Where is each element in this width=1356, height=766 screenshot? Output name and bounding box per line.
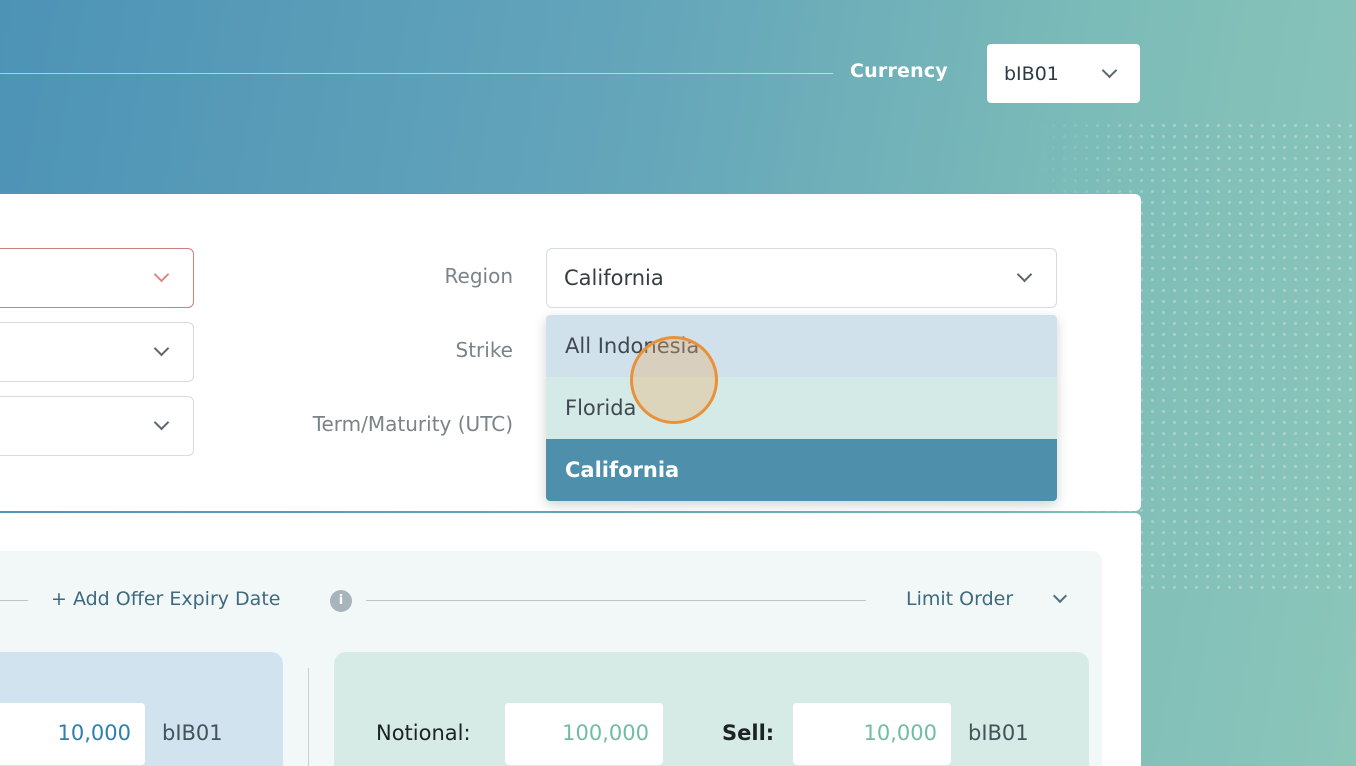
- sell-amount-input[interactable]: 10,000: [793, 703, 951, 765]
- add-offer-expiry-link[interactable]: + Add Offer Expiry Date: [51, 588, 280, 610]
- buy-amount-input[interactable]: 10,000: [0, 703, 145, 765]
- region-label: Region: [444, 264, 513, 288]
- info-icon[interactable]: i: [330, 590, 352, 612]
- chevron-down-icon[interactable]: [1052, 588, 1068, 604]
- region-option-florida[interactable]: Florida: [546, 377, 1057, 439]
- currency-select[interactable]: bIB01: [987, 44, 1140, 103]
- click-indicator: [630, 336, 718, 424]
- region-select-value: California: [564, 266, 664, 290]
- chevron-down-icon: [153, 340, 170, 357]
- order-panel: + Add Offer Expiry Date i Limit Order 10…: [0, 551, 1102, 766]
- chevron-down-icon: [1101, 62, 1118, 79]
- currency-label: Currency: [850, 60, 948, 82]
- region-option-california[interactable]: California: [546, 439, 1057, 501]
- sell-label: Sell:: [722, 721, 775, 745]
- divider: [366, 600, 866, 601]
- option-select[interactable]: [0, 396, 194, 456]
- type-select[interactable]: [0, 322, 194, 382]
- asset-select[interactable]: [0, 248, 194, 308]
- region-option-all-indonesia[interactable]: All Indonesia: [546, 315, 1057, 377]
- buy-panel: 10,000 bIB01: [0, 652, 283, 766]
- order-type-select[interactable]: Limit Order: [906, 588, 1013, 610]
- sell-unit: bIB01: [968, 721, 1029, 745]
- header-divider: [0, 73, 833, 74]
- buy-unit: bIB01: [162, 721, 223, 745]
- chevron-down-icon: [153, 414, 170, 431]
- notional-label: Notional:: [376, 721, 471, 745]
- region-select[interactable]: California: [546, 248, 1057, 308]
- notional-input[interactable]: 100,000: [505, 703, 663, 765]
- panel-divider: [308, 668, 309, 766]
- chevron-down-icon: [153, 266, 170, 283]
- sell-panel: Notional: 100,000 Sell: 10,000 bIB01: [334, 652, 1089, 766]
- strike-label: Strike: [455, 338, 514, 362]
- order-card: + Add Offer Expiry Date i Limit Order 10…: [0, 513, 1141, 766]
- term-maturity-label: Term/Maturity (UTC): [312, 412, 513, 436]
- chevron-down-icon: [1016, 266, 1033, 283]
- divider: [0, 600, 28, 601]
- region-dropdown-menu: All Indonesia Florida California: [546, 315, 1057, 501]
- currency-select-value: bIB01: [1004, 62, 1059, 85]
